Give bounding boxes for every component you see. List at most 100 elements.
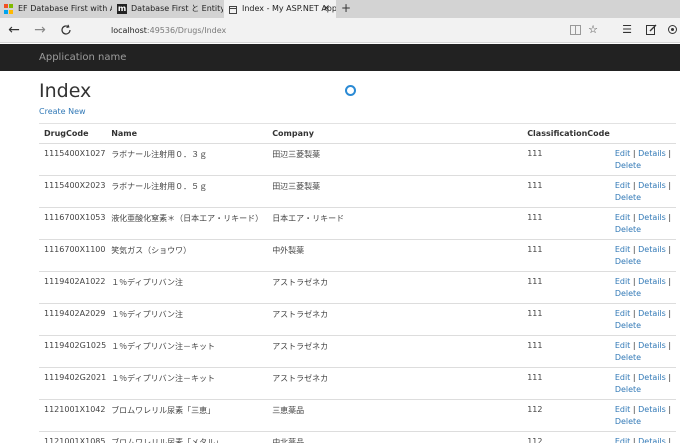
cell-classification: 111 (522, 207, 610, 240)
column-header-company: Company (267, 123, 523, 144)
cell-actions: Edit | Details | Delete (609, 143, 676, 176)
edit-link[interactable]: Edit (615, 277, 631, 286)
action-separator: | (668, 277, 672, 286)
edit-link[interactable]: Edit (615, 245, 631, 254)
browser-tab[interactable]: m Database First と Entity Fram (113, 0, 223, 18)
cell-drugcode: 1115400X1027 (39, 143, 107, 176)
reading-view-icon[interactable] (566, 21, 584, 39)
delete-link[interactable]: Delete (615, 257, 641, 266)
forward-arrow-icon[interactable]: → (30, 20, 50, 40)
cell-classification: 112 (522, 399, 610, 432)
delete-link[interactable]: Delete (615, 225, 641, 234)
browser-toolbar: ← → localhost:49536/Drugs/Index ☆ ☰ (0, 18, 680, 43)
cell-drugcode: 1119402A2029 (39, 303, 107, 336)
details-link[interactable]: Details (638, 405, 666, 414)
create-new-link[interactable]: Create New (39, 107, 86, 116)
edit-link[interactable]: Edit (615, 405, 631, 414)
table-row: 1119402A1022 １％ディプリバン注 アストラゼネカ 111 Edit | De… (39, 271, 676, 304)
action-separator: | (668, 437, 672, 443)
table-row: 1115400X2023 ラボナール注射用０．５ｇ 田辺三菱製薬 111 Edit | … (39, 175, 676, 208)
cell-company: アストラゼネカ (267, 303, 523, 336)
action-separator: | (668, 341, 672, 350)
details-link[interactable]: Details (638, 341, 666, 350)
web-note-icon[interactable] (642, 21, 660, 39)
cell-classification: 111 (522, 271, 610, 304)
cell-classification: 111 (522, 303, 610, 336)
address-bar[interactable]: localhost:49536/Drugs/Index (105, 22, 555, 39)
cell-name: ブロムワレリル尿素「三恵」 (106, 399, 268, 432)
edit-link[interactable]: Edit (615, 213, 631, 222)
table-row: 1119402G1025 １％ディプリバン注－キット アストラゼネカ 111 Edit … (39, 335, 676, 368)
close-tab-icon[interactable]: ✕ (322, 0, 330, 18)
action-separator: | (632, 149, 636, 158)
hub-icon[interactable]: ☰ (618, 21, 636, 39)
column-header-name: Name (106, 123, 268, 144)
action-separator: | (668, 405, 672, 414)
cell-classification: 111 (522, 335, 610, 368)
table-row: 1116700X1100 笑気ガス（ショウワ） 中外製薬 111 Edit | Deta… (39, 239, 676, 272)
table-row: 1119402G2021 １％ディプリバン注－キット アストラゼネカ 111 Edit … (39, 367, 676, 400)
delete-link[interactable]: Delete (615, 289, 641, 298)
cell-classification: 111 (522, 367, 610, 400)
details-link[interactable]: Details (638, 309, 666, 318)
table-row: 1119402A2029 １％ディプリバン注 アストラゼネカ 111 Edit | De… (39, 303, 676, 336)
delete-link[interactable]: Delete (615, 353, 641, 362)
cell-name: ラボナール注射用０．３ｇ (106, 143, 268, 176)
details-link[interactable]: Details (638, 181, 666, 190)
action-separator: | (668, 149, 672, 158)
edit-link[interactable]: Edit (615, 309, 631, 318)
details-link[interactable]: Details (638, 437, 666, 443)
windows-logo-icon (4, 4, 14, 14)
cell-drugcode: 1116700X1100 (39, 239, 107, 272)
cell-company: 日本エア・リキード (267, 207, 523, 240)
details-link[interactable]: Details (638, 245, 666, 254)
browser-tab[interactable]: EF Database First with ASPN (0, 0, 112, 18)
url-path: :49536/Drugs/Index (146, 26, 227, 35)
edit-link[interactable]: Edit (615, 181, 631, 190)
edit-link[interactable]: Edit (615, 149, 631, 158)
browser-tab-active[interactable]: Index - My ASP.NET App ✕ (224, 0, 336, 18)
action-separator: | (632, 277, 636, 286)
tab-title: Database First と Entity Fram (131, 4, 223, 13)
details-link[interactable]: Details (638, 277, 666, 286)
action-separator: | (632, 437, 636, 443)
delete-link[interactable]: Delete (615, 161, 641, 170)
details-link[interactable]: Details (638, 149, 666, 158)
details-link[interactable]: Details (638, 373, 666, 382)
loading-spinner-icon (345, 85, 356, 96)
edit-link[interactable]: Edit (615, 437, 631, 443)
favorite-star-icon[interactable]: ☆ (584, 21, 602, 39)
edit-link[interactable]: Edit (615, 341, 631, 350)
back-arrow-icon[interactable]: ← (4, 20, 24, 40)
cell-company: 中外製薬 (267, 239, 523, 272)
cell-actions: Edit | Details | Delete (609, 335, 676, 368)
refresh-icon[interactable] (56, 20, 76, 40)
cell-name: 笑気ガス（ショウワ） (106, 239, 268, 272)
cell-drugcode: 1119402G1025 (39, 335, 107, 368)
cell-company: 三恵薬品 (267, 399, 523, 432)
tab-title: EF Database First with ASPN (18, 4, 112, 13)
action-separator: | (668, 373, 672, 382)
navbar-brand[interactable]: Application name (39, 44, 126, 71)
delete-link[interactable]: Delete (615, 321, 641, 330)
browser-tab-strip: EF Database First with ASPN m Database F… (0, 0, 680, 18)
cell-actions: Edit | Details | Delete (609, 239, 676, 272)
cell-name: ラボナール注射用０．５ｇ (106, 175, 268, 208)
cell-name: １％ディプリバン注 (106, 303, 268, 336)
new-tab-button[interactable]: + (338, 0, 354, 18)
details-link[interactable]: Details (638, 213, 666, 222)
cell-classification: 111 (522, 175, 610, 208)
cell-name: １％ディプリバン注－キット (106, 367, 268, 400)
action-separator: | (668, 245, 672, 254)
drugs-table: DrugCode Name Company ClassificationCode… (39, 123, 676, 443)
table-row: 1116700X1053 液化亜酸化窒素＊（日本エア・リキード） 日本エア・リキード… (39, 207, 676, 240)
action-separator: | (632, 373, 636, 382)
share-icon[interactable] (664, 21, 680, 39)
delete-link[interactable]: Delete (615, 385, 641, 394)
delete-link[interactable]: Delete (615, 193, 641, 202)
cell-name: ブロムワレリル尿素「メタル」 (106, 431, 268, 443)
delete-link[interactable]: Delete (615, 417, 641, 426)
edit-link[interactable]: Edit (615, 373, 631, 382)
table-body: 1115400X1027 ラボナール注射用０．３ｇ 田辺三菱製薬 111 Edit | … (39, 143, 676, 443)
app-navbar: Application name (0, 44, 680, 71)
